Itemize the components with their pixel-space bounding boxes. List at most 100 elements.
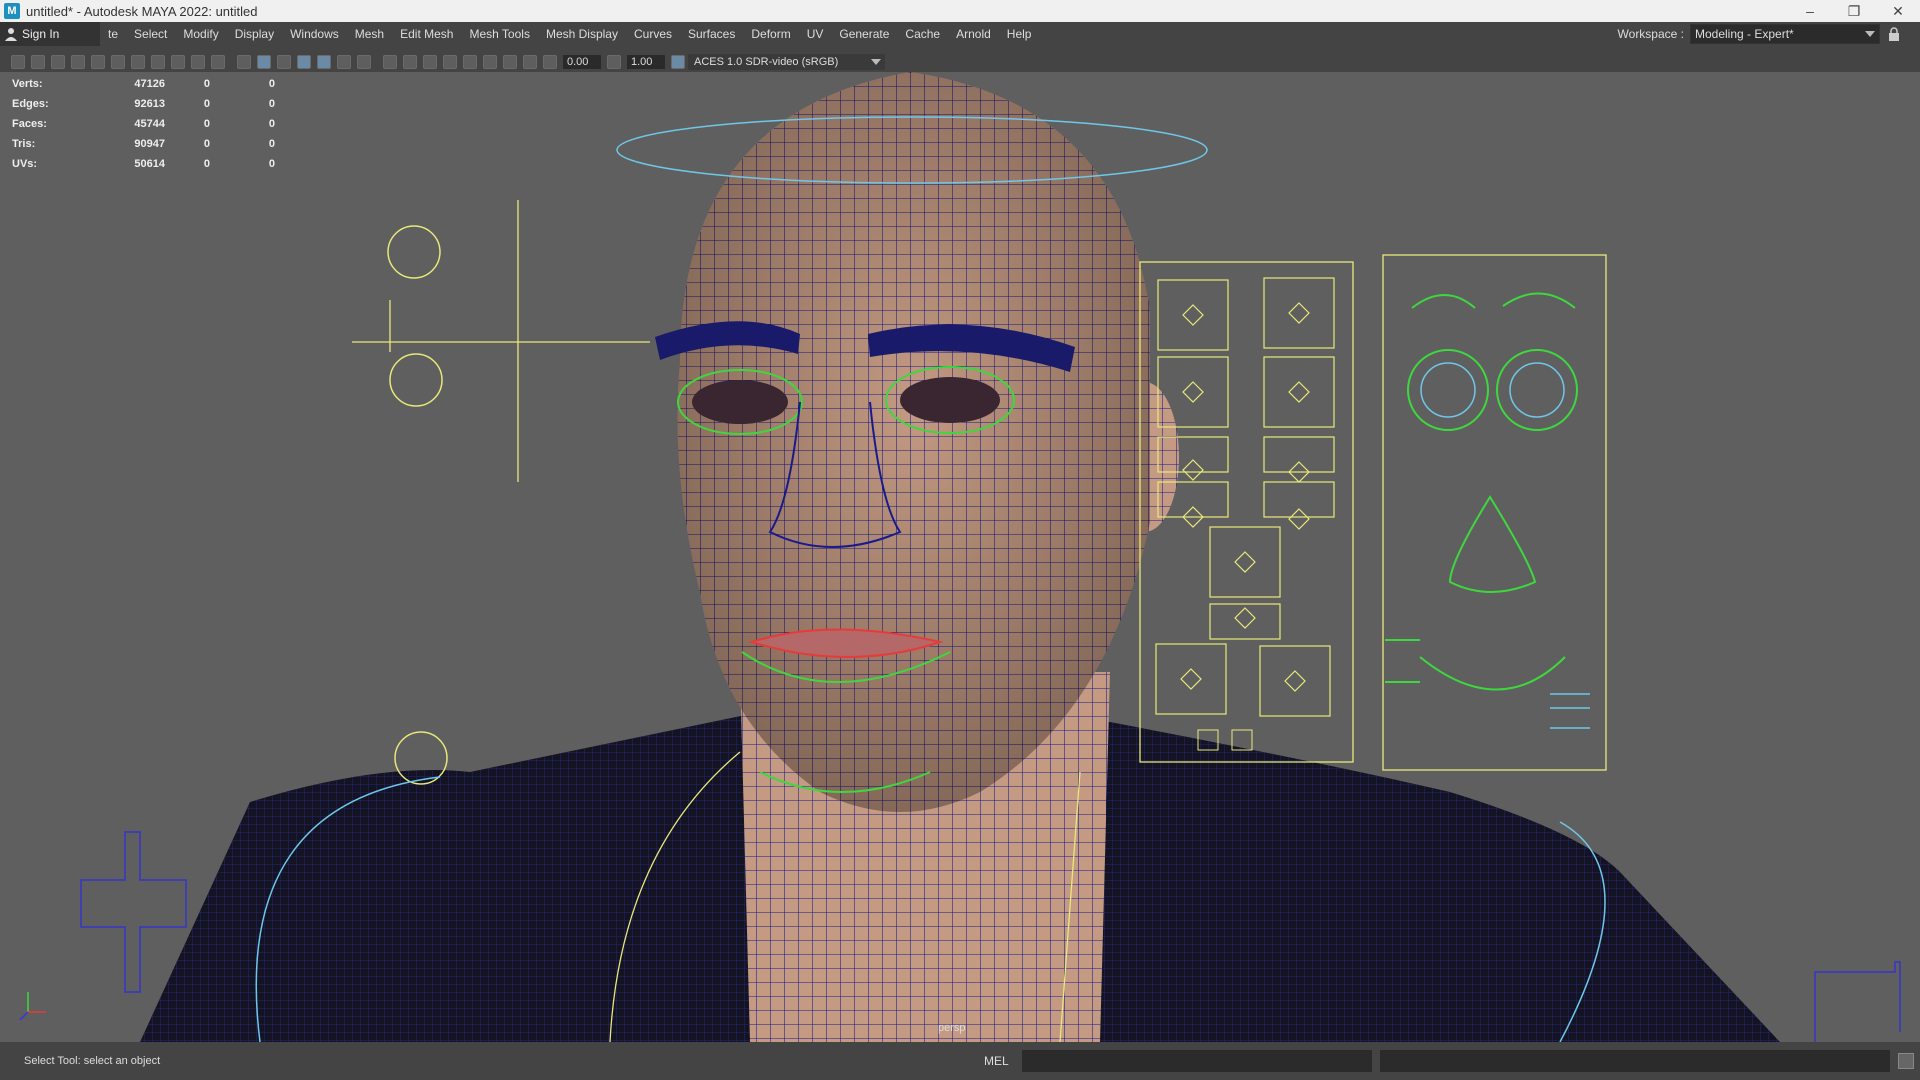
right-eye [900, 377, 1000, 423]
mel-result-field [1380, 1050, 1890, 1072]
wireframe-icon[interactable] [237, 55, 251, 69]
menu-help[interactable]: Help [999, 27, 1040, 41]
field-chart-icon[interactable] [171, 55, 185, 69]
chevron-down-icon [871, 59, 881, 65]
hud-row: Verts: 47126 0 0 [12, 74, 275, 94]
hud-v1: 47126 [134, 78, 165, 90]
help-text: Select Tool: select an object [24, 1055, 161, 1067]
view-transform-value: ACES 1.0 SDR-video (sRGB) [694, 56, 839, 68]
user-icon [5, 28, 17, 41]
gamma-field[interactable]: 1.00 [627, 55, 665, 69]
camera-label: persp [938, 1022, 966, 1034]
menu-te[interactable]: te [100, 27, 126, 41]
color-management-icon[interactable] [671, 55, 685, 69]
wireframe-on-shaded-icon[interactable] [297, 55, 311, 69]
hud-label: Edges: [12, 98, 49, 110]
face-control-panel [1139, 261, 1354, 763]
image-plane-icon[interactable] [71, 55, 85, 69]
poly-count-hud: Verts: 47126 0 0 Edges: 92613 0 0 Faces: 45744 0 0 T… [12, 74, 275, 174]
anti-aliasing-icon[interactable] [423, 55, 437, 69]
title-bar: M untitled* - Autodesk MAYA 2022: untitl… [0, 0, 1920, 22]
gate-mask-icon[interactable] [151, 55, 165, 69]
menu-windows[interactable]: Windows [282, 27, 347, 41]
workspace-selector: Workspace : Modeling - Expert* [1618, 22, 1900, 46]
menu-generate[interactable]: Generate [831, 27, 897, 41]
hud-row: Edges: 92613 0 0 [12, 94, 275, 114]
grid-icon[interactable] [91, 55, 105, 69]
textured-icon[interactable] [317, 55, 331, 69]
gamma-icon[interactable] [607, 55, 621, 69]
expression-panel [1382, 254, 1607, 771]
safe-action-icon[interactable] [191, 55, 205, 69]
camera-attributes-icon[interactable] [31, 55, 45, 69]
default-lighting-icon[interactable] [277, 55, 291, 69]
backface-culling-icon[interactable] [523, 55, 537, 69]
workspace-dropdown[interactable]: Modeling - Expert* [1690, 24, 1880, 44]
hud-v2: 0 [203, 138, 210, 150]
lock-icon[interactable] [1888, 27, 1900, 41]
workspace-value: Modeling - Expert* [1695, 27, 1794, 41]
hud-label: Faces: [12, 118, 47, 130]
main-menu-bar: Sign In te Select Modify Display Windows Mesh… [0, 22, 1920, 46]
hud-v2: 0 [203, 78, 210, 90]
hud-v3: 0 [268, 98, 275, 110]
menu-modify[interactable]: Modify [175, 27, 226, 41]
menu-display[interactable]: Display [227, 27, 282, 41]
axis-gizmo [19, 992, 46, 1021]
use-all-lights-icon[interactable] [337, 55, 351, 69]
hud-v3: 0 [268, 118, 275, 130]
script-editor-icon[interactable] [1898, 1053, 1914, 1069]
motion-blur-icon[interactable] [403, 55, 417, 69]
menu-mesh-display[interactable]: Mesh Display [538, 27, 626, 41]
xray-icon[interactable] [483, 55, 497, 69]
menu-mesh[interactable]: Mesh [347, 27, 392, 41]
perspective-viewport[interactable]: Verts: 47126 0 0 Edges: 92613 0 0 Faces: 45744 0 0 T… [0, 72, 1920, 1042]
mel-command-input[interactable] [1022, 1050, 1372, 1072]
sign-in-label: Sign In [22, 27, 60, 41]
depth-of-field-icon[interactable] [443, 55, 457, 69]
menu-edit-mesh[interactable]: Edit Mesh [392, 27, 461, 41]
viewport-scene [19, 72, 1901, 1042]
shadows-icon[interactable] [357, 55, 371, 69]
close-icon[interactable]: ✕ [1876, 0, 1920, 22]
smooth-shade-icon[interactable] [257, 55, 271, 69]
menu-select[interactable]: Select [126, 27, 175, 41]
safe-title-icon[interactable] [211, 55, 225, 69]
hud-v2: 0 [203, 98, 210, 110]
film-gate-icon[interactable] [111, 55, 125, 69]
hud-row: Tris: 90947 0 0 [12, 134, 275, 154]
window-title: untitled* - Autodesk MAYA 2022: untitled [26, 3, 258, 19]
view-transform-dropdown[interactable]: ACES 1.0 SDR-video (sRGB) [688, 54, 885, 70]
hud-v3: 0 [268, 158, 275, 170]
left-eye [692, 380, 788, 424]
resolution-gate-icon[interactable] [131, 55, 145, 69]
restore-icon[interactable]: ❐ [1832, 0, 1876, 22]
hud-v1: 92613 [134, 98, 165, 110]
menu-uv[interactable]: UV [799, 27, 832, 41]
screen-space-ao-icon[interactable] [383, 55, 397, 69]
menu-cache[interactable]: Cache [897, 27, 948, 41]
menu-curves[interactable]: Curves [626, 27, 680, 41]
hud-label: Tris: [12, 138, 36, 150]
isolate-select-icon[interactable] [463, 55, 477, 69]
menu-items: te Select Modify Display Windows Mesh Edit Mes… [100, 27, 1039, 41]
chevron-down-icon [1865, 31, 1875, 37]
menu-surfaces[interactable]: Surfaces [680, 27, 743, 41]
move-control [80, 831, 187, 993]
bookmark-icon[interactable] [51, 55, 65, 69]
sign-in-button[interactable]: Sign In [0, 22, 100, 46]
hud-row: Faces: 45744 0 0 [12, 114, 275, 134]
menu-arnold[interactable]: Arnold [948, 27, 999, 41]
hud-v1: 50614 [134, 158, 165, 170]
exposure-icon[interactable] [543, 55, 557, 69]
menu-deform[interactable]: Deform [743, 27, 798, 41]
hud-v1: 45744 [134, 118, 165, 130]
hud-label: Verts: [12, 78, 43, 90]
exposure-field[interactable]: 0.00 [563, 55, 601, 69]
hud-v2: 0 [203, 158, 210, 170]
minimize-icon[interactable]: – [1788, 0, 1832, 22]
camera-select-icon[interactable] [11, 55, 25, 69]
xray-joints-icon[interactable] [503, 55, 517, 69]
mel-label[interactable]: MEL [984, 1054, 1022, 1068]
menu-mesh-tools[interactable]: Mesh Tools [461, 27, 537, 41]
